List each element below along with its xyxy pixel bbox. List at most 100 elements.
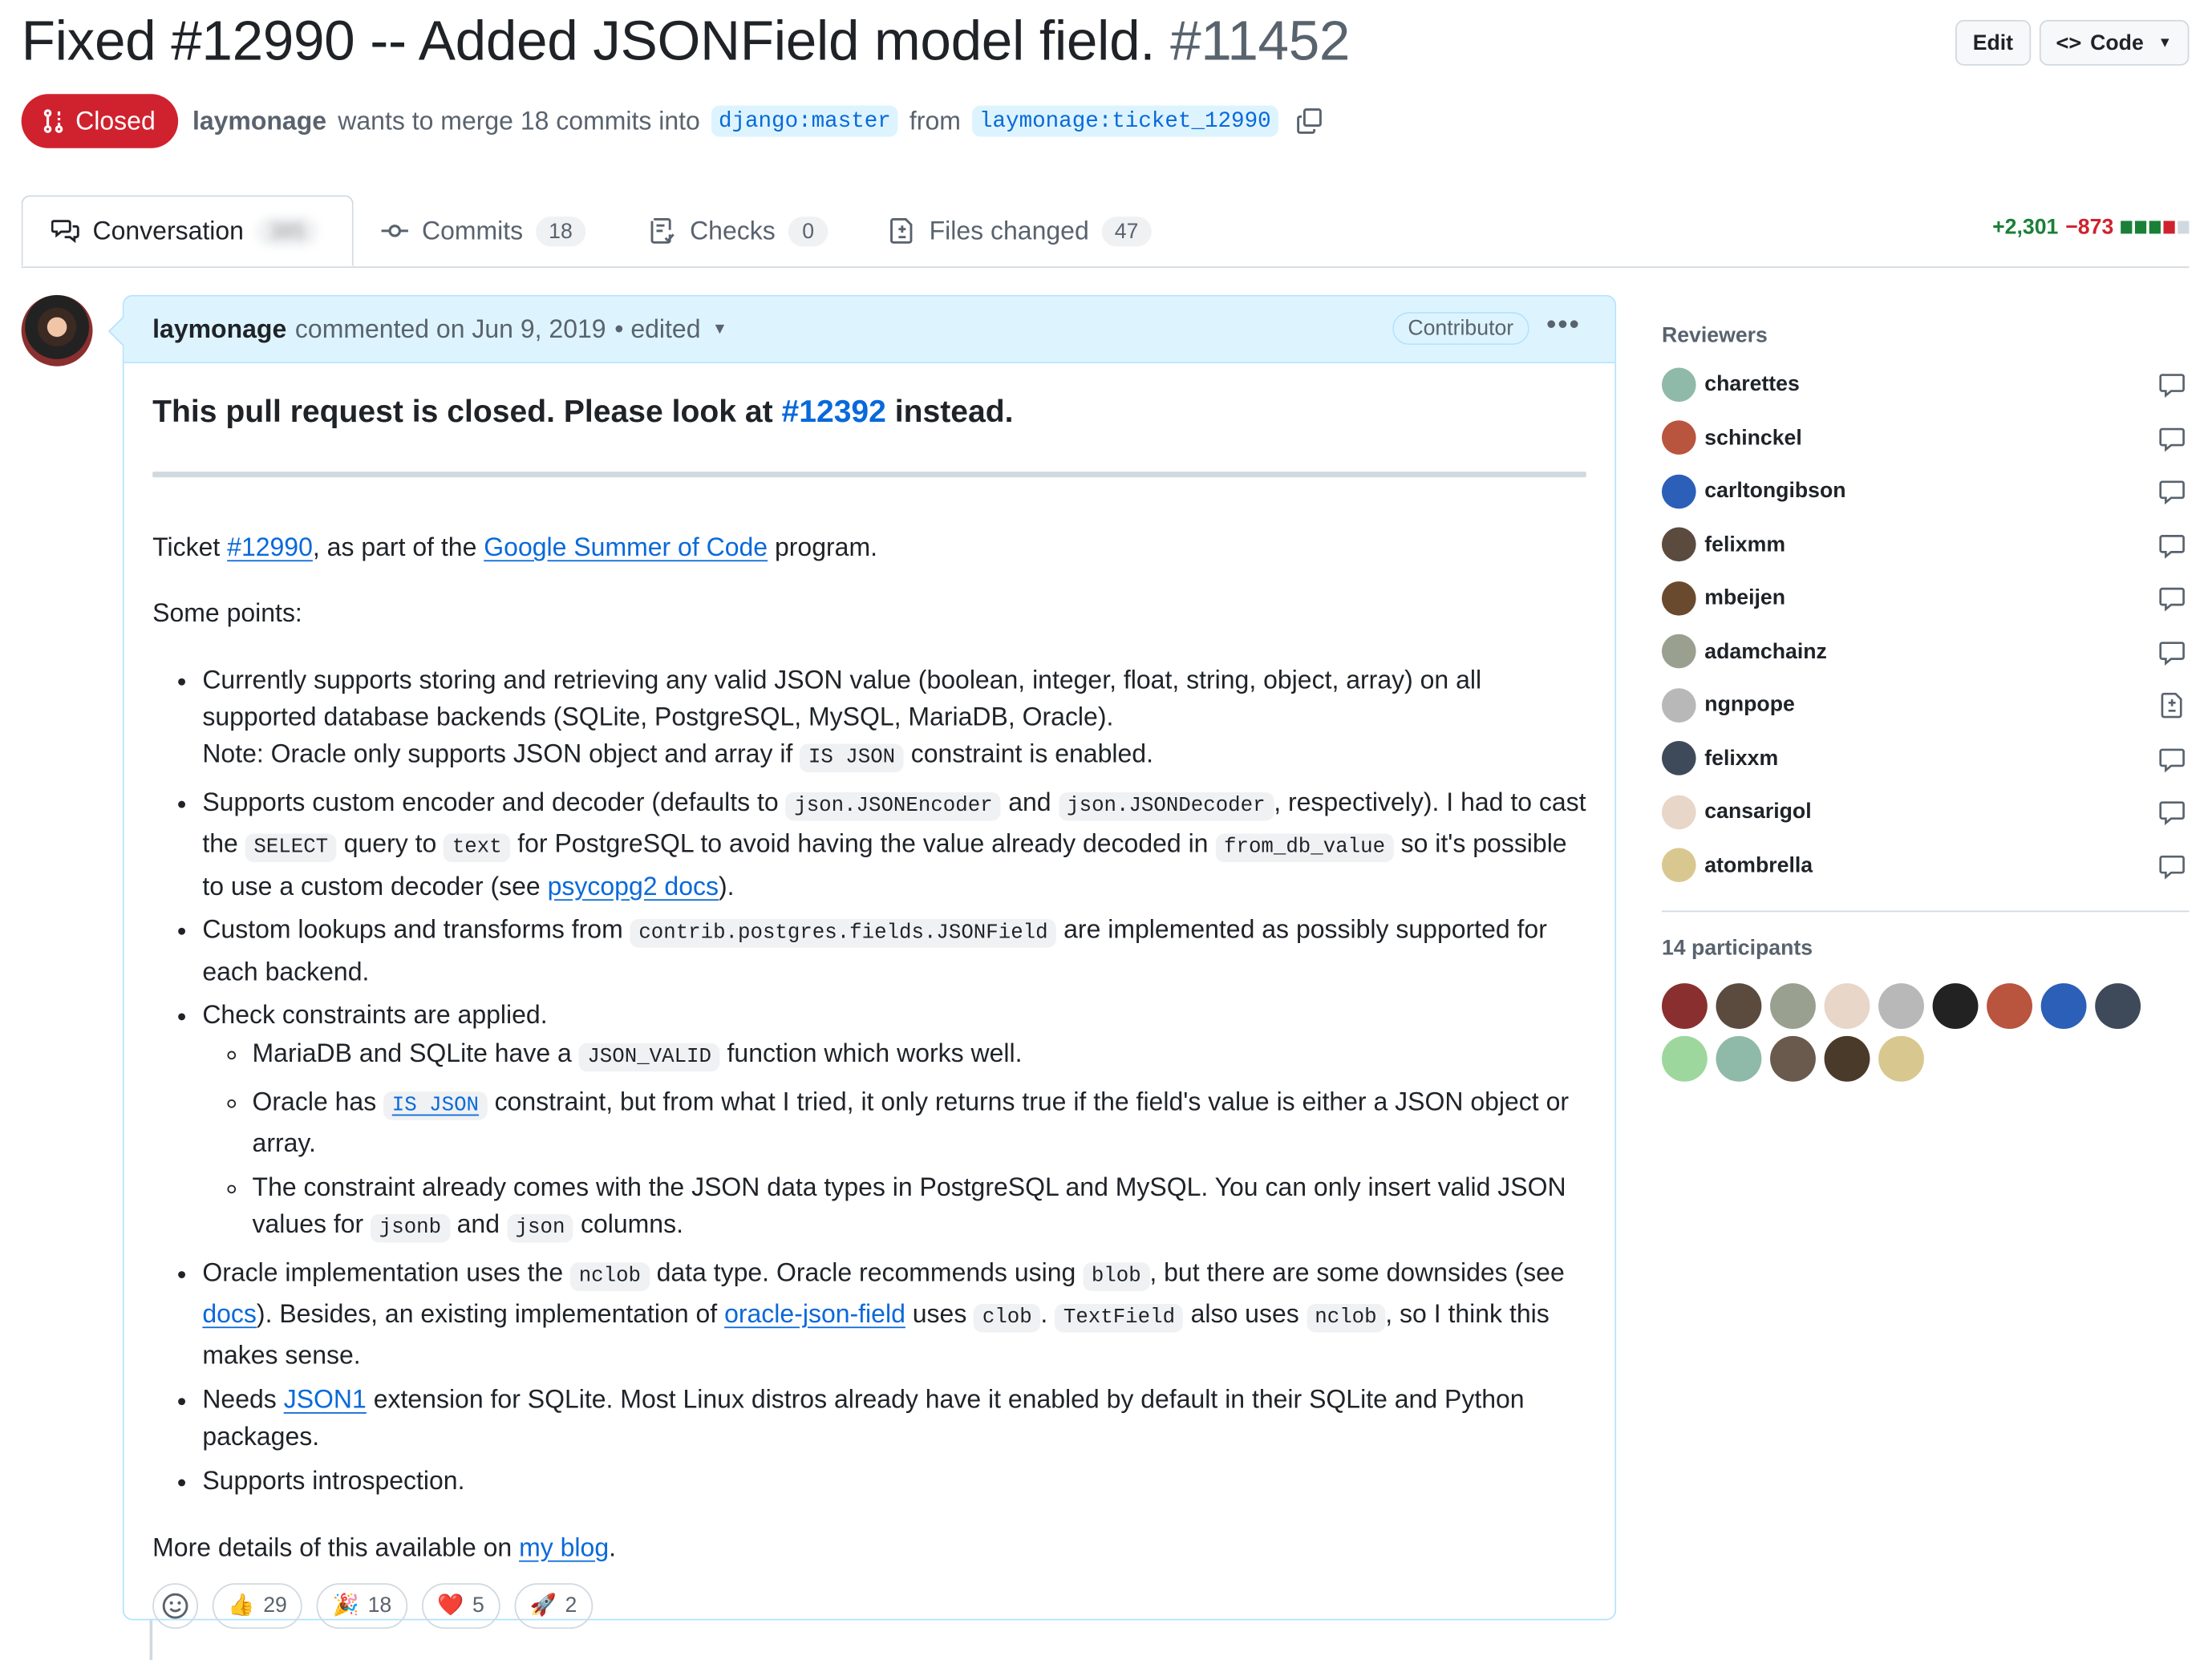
reaction-heart[interactable]: ❤️ 5 [421, 1582, 500, 1629]
comment-body: This pull request is closed. Please look… [124, 363, 1615, 1629]
participant-avatar[interactable] [1770, 983, 1816, 1029]
some-points-text: Some points: [152, 598, 302, 628]
reviewer-item[interactable]: carltongibson [1661, 464, 2189, 518]
copy-icon[interactable] [1295, 107, 1324, 136]
head-branch[interactable]: laymonage:ticket_12990 [972, 105, 1278, 137]
tab-commits[interactable]: Commits 18 [380, 195, 585, 266]
participant-avatar[interactable] [1878, 1035, 1924, 1082]
points-list: Currently supports storing and retrievin… [152, 661, 1586, 1500]
participant-avatar[interactable] [1878, 983, 1924, 1029]
avatar[interactable] [1661, 848, 1696, 883]
avatar[interactable] [1661, 474, 1696, 508]
psycopg2-docs-link[interactable]: psycopg2 docs [548, 872, 719, 901]
is-json-link[interactable]: IS JSON [383, 1091, 488, 1119]
reviewer-item[interactable]: cansarigol [1661, 785, 2189, 839]
participant-avatar[interactable] [1770, 1035, 1816, 1082]
reviewer-item[interactable]: felixmm [1661, 518, 2189, 572]
reactions-bar: 👍 29 🎉 18 ❤️ 5 🚀 2 [152, 1582, 1586, 1629]
add-reaction-button[interactable] [152, 1582, 199, 1629]
list-item: Currently supports storing and retrievin… [202, 661, 1586, 778]
tab-conversation[interactable]: Conversation 385 [21, 195, 354, 267]
edited-menu[interactable]: • edited [614, 314, 700, 344]
oracle-json-field-link[interactable]: oracle-json-field [724, 1300, 905, 1329]
participant-avatar[interactable] [2040, 983, 2087, 1029]
reviewer-item[interactable]: felixxm [1661, 731, 2189, 785]
pr-description-comment: laymonage commented on Jun 9, 2019 • edi… [122, 294, 1617, 1629]
reviewer-item[interactable]: atombrella [1661, 839, 2189, 893]
pr-number: #11452 [1170, 11, 1351, 73]
contributor-badge: Contributor [1392, 312, 1529, 346]
tab-checks[interactable]: Checks 0 [649, 195, 828, 266]
avatar[interactable] [1661, 367, 1696, 402]
participant-avatar[interactable] [2095, 983, 2141, 1029]
list-item: Needs JSON1 extension for SQLite. Most L… [202, 1381, 1586, 1456]
participant-avatar[interactable] [1932, 983, 1979, 1029]
avatar[interactable] [1661, 741, 1696, 776]
oracle-docs-link[interactable]: docs [202, 1300, 257, 1329]
comment-timestamp[interactable]: commented on Jun 9, 2019 [295, 314, 606, 344]
tab-commits-label: Commits [421, 216, 524, 245]
reviewer-item[interactable]: ngnpope [1661, 678, 2189, 732]
list-item: Supports introspection. [202, 1463, 1586, 1500]
base-branch[interactable]: django:master [711, 105, 898, 137]
reviewer-name[interactable]: carltongibson [1704, 480, 1845, 504]
ticket-link[interactable]: #12990 [227, 533, 313, 562]
diffstat-blocks [2121, 221, 2190, 234]
pr-12392-link[interactable]: #12392 [781, 393, 885, 428]
participant-avatar[interactable] [1716, 983, 1762, 1029]
tab-files-changed[interactable]: Files changed 47 [888, 195, 1152, 266]
reviewer-item[interactable]: adamchainz [1661, 625, 2189, 678]
horizontal-rule [152, 472, 1586, 478]
comment-author[interactable]: laymonage [152, 314, 286, 344]
inline-code: IS JSON [800, 743, 904, 773]
smiley-icon [162, 1593, 188, 1619]
participant-avatar[interactable] [1824, 983, 1870, 1029]
diffstat-deletions: −873 [2065, 215, 2114, 240]
list-item: Check constraints are applied. MariaDB a… [202, 997, 1586, 1247]
reaction-rocket[interactable]: 🚀 2 [514, 1582, 593, 1629]
participants-list [1661, 983, 2192, 1082]
kebab-menu-icon[interactable]: ••• [1546, 310, 1581, 342]
reviewer-name[interactable]: atombrella [1704, 853, 1813, 877]
reaction-thumbs-up[interactable]: 👍 29 [212, 1582, 303, 1629]
tab-checks-count: 0 [788, 216, 828, 246]
pr-author-link[interactable]: laymonage [192, 106, 326, 136]
avatar[interactable] [1661, 634, 1696, 669]
json1-link[interactable]: JSON1 [284, 1385, 367, 1414]
participant-avatar[interactable] [1661, 983, 1708, 1029]
reviewer-name[interactable]: cansarigol [1704, 800, 1811, 824]
reviewer-name[interactable]: felixxm [1704, 747, 1778, 771]
reviewer-item[interactable]: charettes [1661, 358, 2189, 411]
reviewer-item[interactable]: schinckel [1661, 411, 2189, 465]
gsoc-link[interactable]: Google Summer of Code [484, 533, 768, 562]
participant-avatar[interactable] [1661, 1035, 1708, 1082]
avatar[interactable] [1661, 581, 1696, 616]
reviewer-name[interactable]: mbeijen [1704, 586, 1785, 610]
reviewer-name[interactable]: ngnpope [1704, 693, 1795, 717]
diffstat-additions: +2,301 [1992, 215, 2059, 240]
blog-link[interactable]: my blog [519, 1532, 609, 1561]
pr-meta: Closed laymonage wants to merge 18 commi… [21, 94, 1324, 148]
avatar[interactable] [1661, 795, 1696, 829]
avatar[interactable] [1661, 420, 1696, 455]
participant-avatar[interactable] [1716, 1035, 1762, 1082]
reviewer-name[interactable]: felixmm [1704, 532, 1785, 557]
avatar[interactable] [1661, 527, 1696, 562]
reviewer-name[interactable]: adamchainz [1704, 639, 1827, 663]
reviewer-name[interactable]: charettes [1704, 372, 1800, 396]
reviewer-name[interactable]: schinckel [1704, 426, 1802, 450]
author-avatar[interactable] [21, 294, 93, 366]
list-item: MariaDB and SQLite have a JSON_VALID fun… [253, 1034, 1586, 1076]
participant-avatar[interactable] [1824, 1035, 1870, 1082]
comment-icon [2159, 374, 2185, 398]
reviewers-heading[interactable]: Reviewers [1662, 323, 2189, 347]
reviewer-item[interactable]: mbeijen [1661, 572, 2189, 626]
reaction-hooray[interactable]: 🎉 18 [317, 1582, 407, 1629]
avatar[interactable] [1661, 687, 1696, 723]
pr-title: Fixed #12990 -- Added JSONField model fi… [21, 11, 1156, 73]
comment-icon [2159, 801, 2185, 826]
code-button[interactable]: <> Code ▼ [2039, 19, 2190, 66]
participant-avatar[interactable] [1987, 983, 2033, 1029]
edit-button[interactable]: Edit [1955, 19, 2031, 66]
caret-down-icon[interactable]: ▼ [712, 321, 727, 338]
